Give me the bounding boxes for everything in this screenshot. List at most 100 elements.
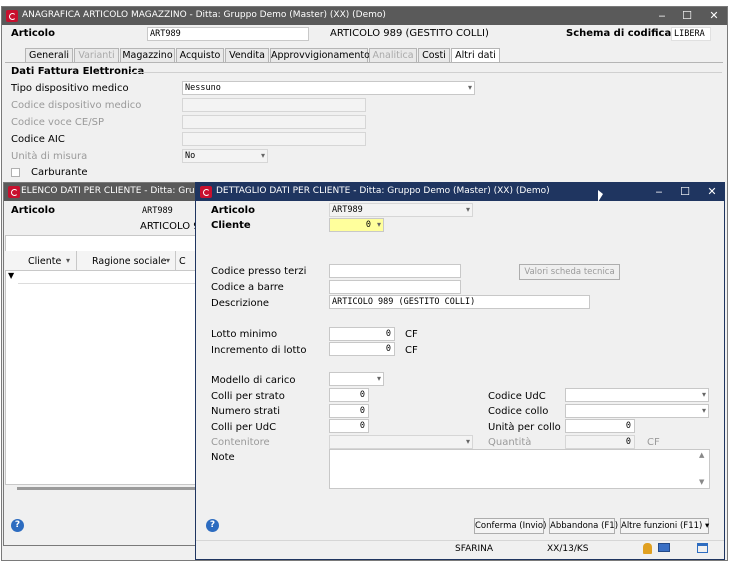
tab-costi[interactable]: Costi (418, 48, 450, 62)
detail-window-title: DETTAGLIO DATI PER CLIENTE - Ditta: Grup… (216, 186, 550, 196)
modello-carico-select[interactable] (329, 372, 384, 386)
main-window-title: ANAGRAFICA ARTICOLO MAGAZZINO - Ditta: G… (22, 10, 386, 20)
codice-terzi-label: Codice presso terzi (211, 266, 307, 277)
minimize-icon[interactable]: ‒ (651, 8, 673, 24)
colli-strato-field[interactable]: 0 (329, 388, 369, 402)
chevron-down-icon: ▾ (702, 521, 710, 531)
list-articolo-description: ARTICOLO 9 (140, 221, 200, 232)
column-header-cliente[interactable]: Cliente (28, 256, 61, 267)
column-header-ragione-sociale[interactable]: Ragione sociale (92, 256, 167, 267)
colli-strato-label: Colli per strato (211, 391, 285, 402)
tab-vendita[interactable]: Vendita (225, 48, 269, 62)
codice-collo-select[interactable] (565, 404, 709, 418)
tab-analitica: Analitica (369, 48, 417, 62)
contenitore-label: Contenitore (211, 437, 270, 448)
codice-dispositivo-label: Codice dispositivo medico (11, 100, 142, 111)
codice-terzi-field[interactable] (329, 264, 461, 278)
codice-barre-field[interactable] (329, 280, 461, 294)
close-icon[interactable]: ✕ (703, 8, 725, 24)
maximize-icon[interactable]: ☐ (676, 8, 698, 24)
filter-row-icon[interactable]: ▼ (8, 271, 14, 280)
list-titlebar: ELENCO DATI PER CLIENTE - Ditta: Gruppo … (4, 183, 241, 201)
contenitore-select (329, 435, 473, 449)
monitor-icon[interactable] (658, 543, 670, 552)
status-info: XX/13/KS (547, 544, 589, 554)
tipo-dispositivo-label: Tipo dispositivo medico (11, 83, 129, 94)
carburante-checkbox[interactable] (11, 168, 20, 177)
status-user: SFARINA (455, 544, 494, 554)
detail-help-icon[interactable]: ? (206, 519, 219, 532)
quantita-label: Quantità (488, 437, 532, 448)
minimize-icon[interactable]: ‒ (648, 184, 670, 200)
codice-barre-label: Codice a barre (211, 282, 284, 293)
section-title: Dati Fattura Elettronica (11, 66, 145, 77)
schema-label: Schema di codifica (566, 28, 672, 39)
incremento-lotto-field[interactable]: 0 (329, 342, 395, 356)
list-horizontal-scrollbar[interactable] (17, 487, 197, 490)
quantita-unit: CF (647, 437, 660, 448)
descrizione-field[interactable]: ARTICOLO 989 (GESTITO COLLI) (329, 295, 590, 309)
tab-altri-dati[interactable]: Altri dati (451, 48, 500, 63)
tab-content-border (5, 62, 723, 63)
abbandona-button[interactable]: Abbandona (F1) (549, 518, 618, 534)
tab-generali[interactable]: Generali (25, 48, 73, 62)
quantita-field: 0 (565, 435, 635, 449)
numero-strati-label: Numero strati (211, 406, 280, 417)
column-header-c[interactable]: C (179, 256, 186, 267)
codice-udc-select[interactable] (565, 388, 709, 402)
maximize-icon[interactable]: ☐ (674, 184, 696, 200)
lotto-minimo-label: Lotto minimo (211, 329, 278, 340)
numero-strati-field[interactable]: 0 (329, 404, 369, 418)
modello-carico-label: Modello di carico (211, 375, 296, 386)
tipo-dispositivo-select[interactable]: Nessuno (182, 81, 475, 95)
codice-voce-label: Codice voce CE/SP (11, 117, 104, 128)
schema-field: LIBERA (671, 27, 711, 41)
lotto-minimo-unit: CF (405, 329, 418, 340)
note-scroll-down-icon[interactable]: ▼ (699, 478, 704, 486)
unita-collo-field[interactable]: 0 (565, 419, 635, 433)
detail-titlebar: DETTAGLIO DATI PER CLIENTE - Ditta: Grup… (196, 183, 724, 201)
lotto-minimo-field[interactable]: 0 (329, 327, 395, 341)
tab-magazzino[interactable]: Magazzino (120, 48, 175, 62)
altre-funzioni-button[interactable]: Altre funzioni (F11) ▾ (620, 518, 709, 534)
note-scroll-up-icon[interactable]: ▲ (699, 451, 704, 459)
main-articolo-description: ARTICOLO 989 (GESTITO COLLI) (330, 28, 489, 39)
codice-udc-label: Codice UdC (488, 391, 546, 402)
incremento-lotto-unit: CF (405, 345, 418, 356)
codice-dispositivo-field (182, 98, 366, 112)
tab-approvvigionamento[interactable]: Approvvigionamento (270, 48, 370, 62)
app-logo-icon (6, 10, 18, 22)
conferma-button[interactable]: Conferma (Invio) (474, 518, 546, 534)
detail-cliente-field[interactable]: 0 (329, 218, 384, 232)
main-articolo-label: Articolo (11, 28, 55, 39)
codice-voce-field (182, 115, 366, 129)
unita-misura-label: Unità di misura (11, 151, 88, 162)
note-textarea[interactable] (329, 449, 710, 489)
note-label: Note (211, 452, 235, 463)
codice-collo-label: Codice collo (488, 406, 549, 417)
main-titlebar: ANAGRAFICA ARTICOLO MAGAZZINO - Ditta: G… (2, 7, 727, 25)
column-filter-icon[interactable]: ▾ (66, 256, 70, 265)
column-filter-icon[interactable]: ▾ (166, 256, 170, 265)
tab-varianti: Varianti (74, 48, 119, 62)
status-bar-divider (196, 540, 724, 541)
list-articolo-label: Articolo (11, 205, 55, 216)
close-icon[interactable]: ✕ (701, 184, 723, 200)
window-layout-icon[interactable] (697, 543, 708, 553)
list-help-icon[interactable]: ? (11, 519, 24, 532)
unita-misura-select: No (182, 149, 268, 163)
colli-udc-field[interactable]: 0 (329, 419, 369, 433)
mouse-cursor-icon (598, 190, 603, 202)
user-icon[interactable] (643, 543, 652, 554)
codice-aic-field[interactable] (182, 132, 366, 146)
app-logo-icon (8, 186, 20, 198)
main-articolo-field[interactable]: ART989 (147, 27, 309, 41)
altre-funzioni-label: Altre funzioni (F11) (621, 521, 703, 531)
list-articolo-field: ART989 (139, 204, 199, 218)
section-divider (130, 72, 722, 73)
detail-articolo-select: ART989 (329, 203, 473, 217)
valori-scheda-button: Valori scheda tecnica (519, 264, 620, 280)
tab-acquisto[interactable]: Acquisto (176, 48, 224, 62)
detail-window: DETTAGLIO DATI PER CLIENTE - Ditta: Grup… (195, 182, 725, 560)
filter-row[interactable] (18, 271, 196, 284)
